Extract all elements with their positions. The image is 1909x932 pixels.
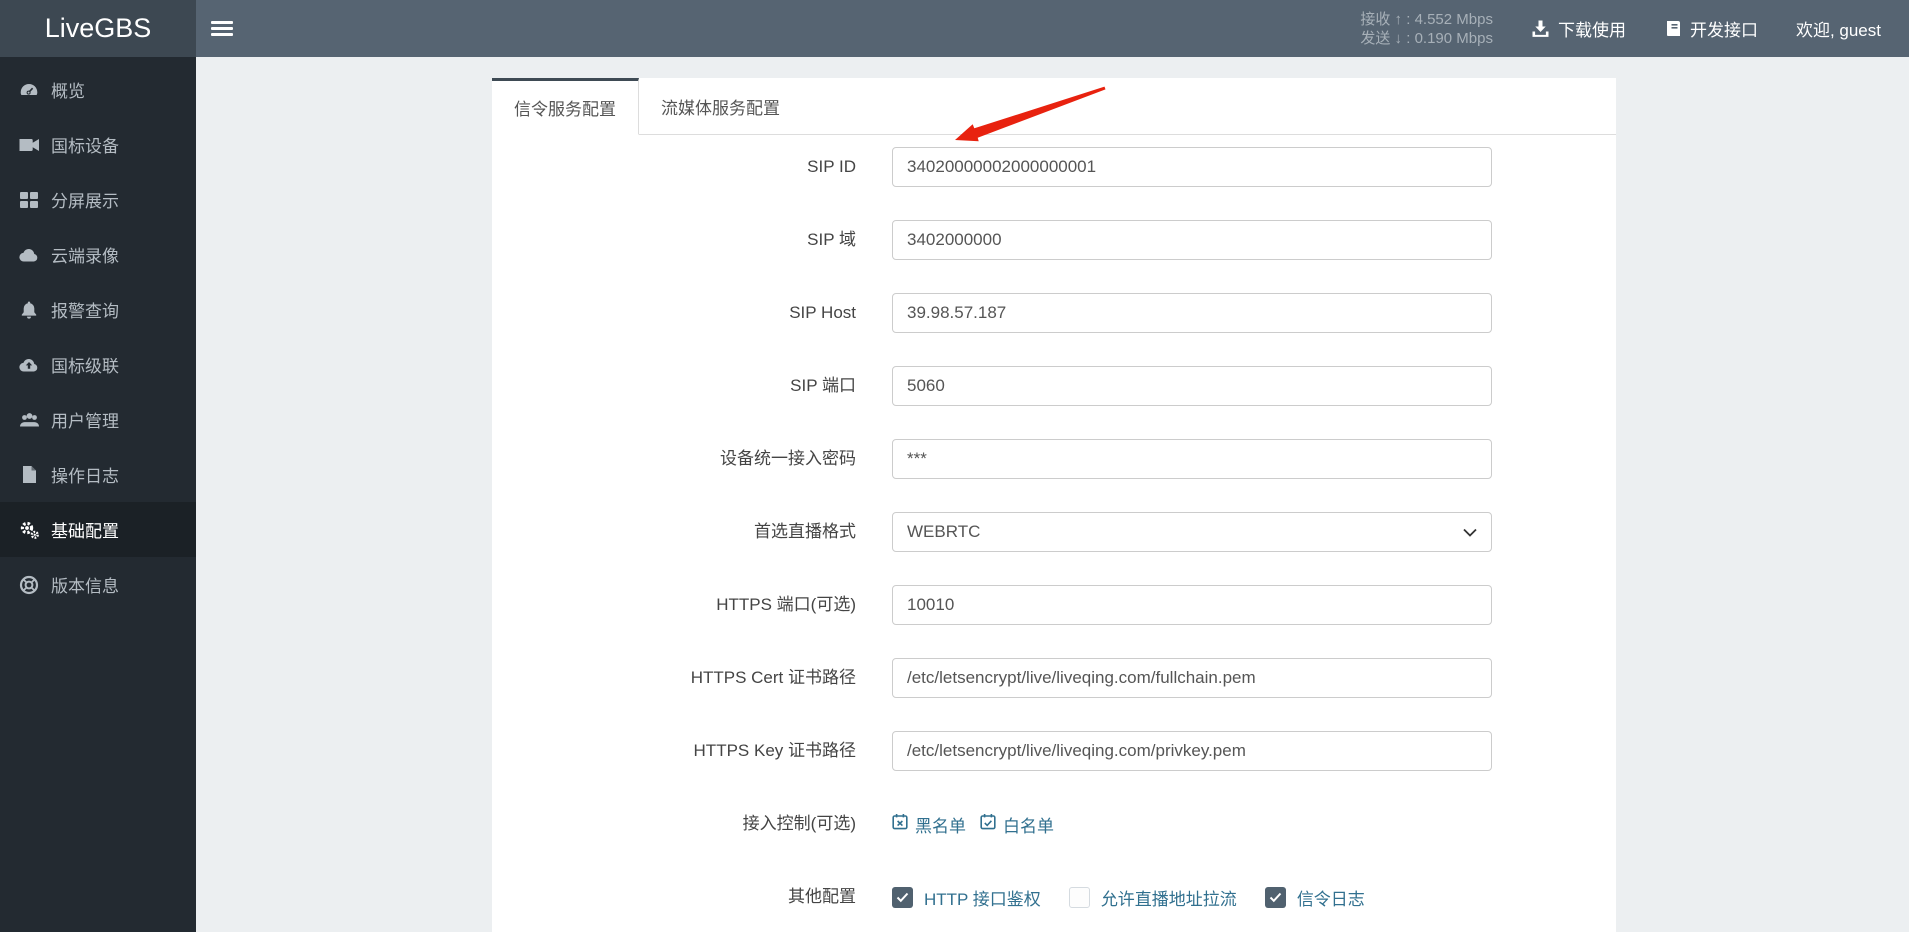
sip-id-input[interactable] [892, 147, 1492, 187]
sidebar-item-label: 分屏展示 [51, 192, 119, 211]
sidebar-item-cloud-record[interactable]: 云端录像 [0, 227, 196, 282]
book-icon [1664, 19, 1682, 38]
field-label: HTTPS Key 证书路径 [693, 741, 856, 760]
receive-rate: 接收 ↑ : 4.552 Mbps [1360, 10, 1493, 28]
sip-domain-input[interactable] [892, 220, 1492, 260]
sidebar-item-label: 操作日志 [51, 467, 119, 486]
checkbox-checked-icon [1264, 886, 1286, 908]
config-card: 信令服务配置 流媒体服务配置 SIP ID SIP 域 SIP Host SIP… [492, 78, 1616, 932]
sidebar-item-overview[interactable]: 概览 [0, 62, 196, 117]
download-link[interactable]: 下载使用 [1531, 16, 1626, 41]
field-label: HTTPS Cert 证书路径 [690, 668, 856, 687]
content-area: 信令服务配置 流媒体服务配置 SIP ID SIP 域 SIP Host SIP… [196, 57, 1909, 932]
chevron-down-icon [1463, 522, 1477, 542]
brand-logo[interactable]: LiveGBS [0, 0, 196, 57]
top-navbar: LiveGBS 接收 ↑ : 4.552 Mbps 发送 ↓ : 0.190 M… [0, 0, 1909, 57]
sidebar-toggle-button[interactable] [196, 0, 248, 57]
users-icon [18, 410, 40, 430]
sidebar-item-operation-log[interactable]: 操作日志 [0, 447, 196, 502]
field-label: 其他配置 [788, 887, 856, 906]
api-docs-link[interactable]: 开发接口 [1664, 16, 1758, 41]
field-label: SIP 端口 [790, 376, 856, 395]
hamburger-icon [211, 18, 233, 39]
sidebar-item-basic-config[interactable]: 基础配置 [0, 502, 196, 557]
sidebar-item-label: 基础配置 [51, 522, 119, 541]
sip-host-input[interactable] [892, 293, 1492, 333]
field-label: SIP 域 [807, 230, 856, 249]
up-arrow-icon: ↑ [1394, 10, 1403, 28]
form-row-https-port: HTTPS 端口(可选) [492, 585, 1616, 625]
blacklist-link[interactable]: 黑名单 [892, 812, 966, 837]
sidebar-item-label: 国标设备 [51, 137, 119, 156]
https-port-input[interactable] [892, 585, 1492, 625]
sidebar-item-label: 概览 [51, 82, 85, 101]
sidebar-item-version-info[interactable]: 版本信息 [0, 557, 196, 612]
tab-bar: 信令服务配置 流媒体服务配置 [492, 78, 1616, 135]
calendar-check-icon [980, 813, 996, 835]
select-value: WEBRTC [907, 522, 981, 541]
sip-port-input[interactable] [892, 366, 1492, 406]
form-row-https-key: HTTPS Key 证书路径 [492, 731, 1616, 771]
sidebar-item-gb-cascade[interactable]: 国标级联 [0, 337, 196, 392]
device-password-input[interactable] [892, 439, 1492, 479]
form-row-access-control: 接入控制(可选) 黑名单 白名单 [492, 804, 1616, 844]
form-row-other-config: 其他配置 HTTP 接口鉴权 允许直播地址拉流 信令日志 [492, 877, 1616, 917]
form-row-sip-host: SIP Host [492, 293, 1616, 333]
form-row-sip-domain: SIP 域 [492, 220, 1616, 260]
life-ring-icon [18, 575, 40, 595]
sidebar-item-label: 报警查询 [51, 302, 119, 321]
calendar-x-icon [892, 813, 908, 835]
send-rate: 发送 ↓ : 0.190 Mbps [1360, 29, 1493, 47]
sidebar-item-label: 用户管理 [51, 412, 119, 431]
video-camera-icon [18, 135, 40, 155]
field-label: HTTPS 端口(可选) [716, 595, 856, 614]
field-label: SIP ID [807, 157, 856, 176]
sidebar-item-gb-devices[interactable]: 国标设备 [0, 117, 196, 172]
http-auth-checkbox[interactable]: HTTP 接口鉴权 [892, 885, 1041, 910]
allow-pull-stream-checkbox[interactable]: 允许直播地址拉流 [1068, 885, 1237, 910]
tab-signaling-config[interactable]: 信令服务配置 [492, 78, 639, 135]
cloud-icon [18, 245, 40, 265]
gauge-icon [18, 80, 40, 100]
grid-icon [18, 190, 40, 210]
field-label: SIP Host [789, 303, 856, 322]
signaling-config-form: SIP ID SIP 域 SIP Host SIP 端口 设备统一接入密码 首选 [492, 135, 1616, 917]
sidebar-item-label: 国标级联 [51, 357, 119, 376]
sidebar-item-user-management[interactable]: 用户管理 [0, 392, 196, 447]
sidebar-nav: 概览 国标设备 分屏展示 云端录像 报警查询 国标级联 用户管理 操作日志 基础… [0, 57, 196, 932]
whitelist-link[interactable]: 白名单 [980, 812, 1054, 837]
download-icon [1531, 19, 1550, 38]
field-label: 接入控制(可选) [742, 814, 856, 833]
down-arrow-icon: ↓ [1394, 29, 1403, 47]
preferred-live-format-select[interactable]: WEBRTC [892, 512, 1492, 552]
cloud-upload-icon [18, 355, 40, 375]
bell-icon [18, 300, 40, 320]
form-row-sip-id: SIP ID [492, 147, 1616, 187]
checkbox-unchecked-icon [1068, 886, 1090, 908]
sidebar-item-label: 版本信息 [51, 577, 119, 596]
file-icon [18, 465, 40, 485]
sidebar-item-label: 云端录像 [51, 247, 119, 266]
form-row-live-format: 首选直播格式 WEBRTC [492, 512, 1616, 552]
sidebar-item-split-screen[interactable]: 分屏展示 [0, 172, 196, 227]
form-row-https-cert: HTTPS Cert 证书路径 [492, 658, 1616, 698]
checkbox-checked-icon [892, 886, 913, 908]
user-menu[interactable]: 欢迎, guest [1796, 16, 1881, 41]
field-label: 首选直播格式 [754, 522, 856, 541]
network-stats: 接收 ↑ : 4.552 Mbps 发送 ↓ : 0.190 Mbps [1360, 10, 1493, 48]
gears-icon [18, 520, 40, 540]
sidebar-item-alarm-query[interactable]: 报警查询 [0, 282, 196, 337]
form-row-device-password: 设备统一接入密码 [492, 439, 1616, 479]
https-key-path-input[interactable] [892, 731, 1492, 771]
signaling-log-checkbox[interactable]: 信令日志 [1264, 885, 1365, 910]
form-row-sip-port: SIP 端口 [492, 366, 1616, 406]
https-cert-path-input[interactable] [892, 658, 1492, 698]
field-label: 设备统一接入密码 [720, 449, 856, 468]
tab-media-config[interactable]: 流媒体服务配置 [639, 78, 802, 134]
